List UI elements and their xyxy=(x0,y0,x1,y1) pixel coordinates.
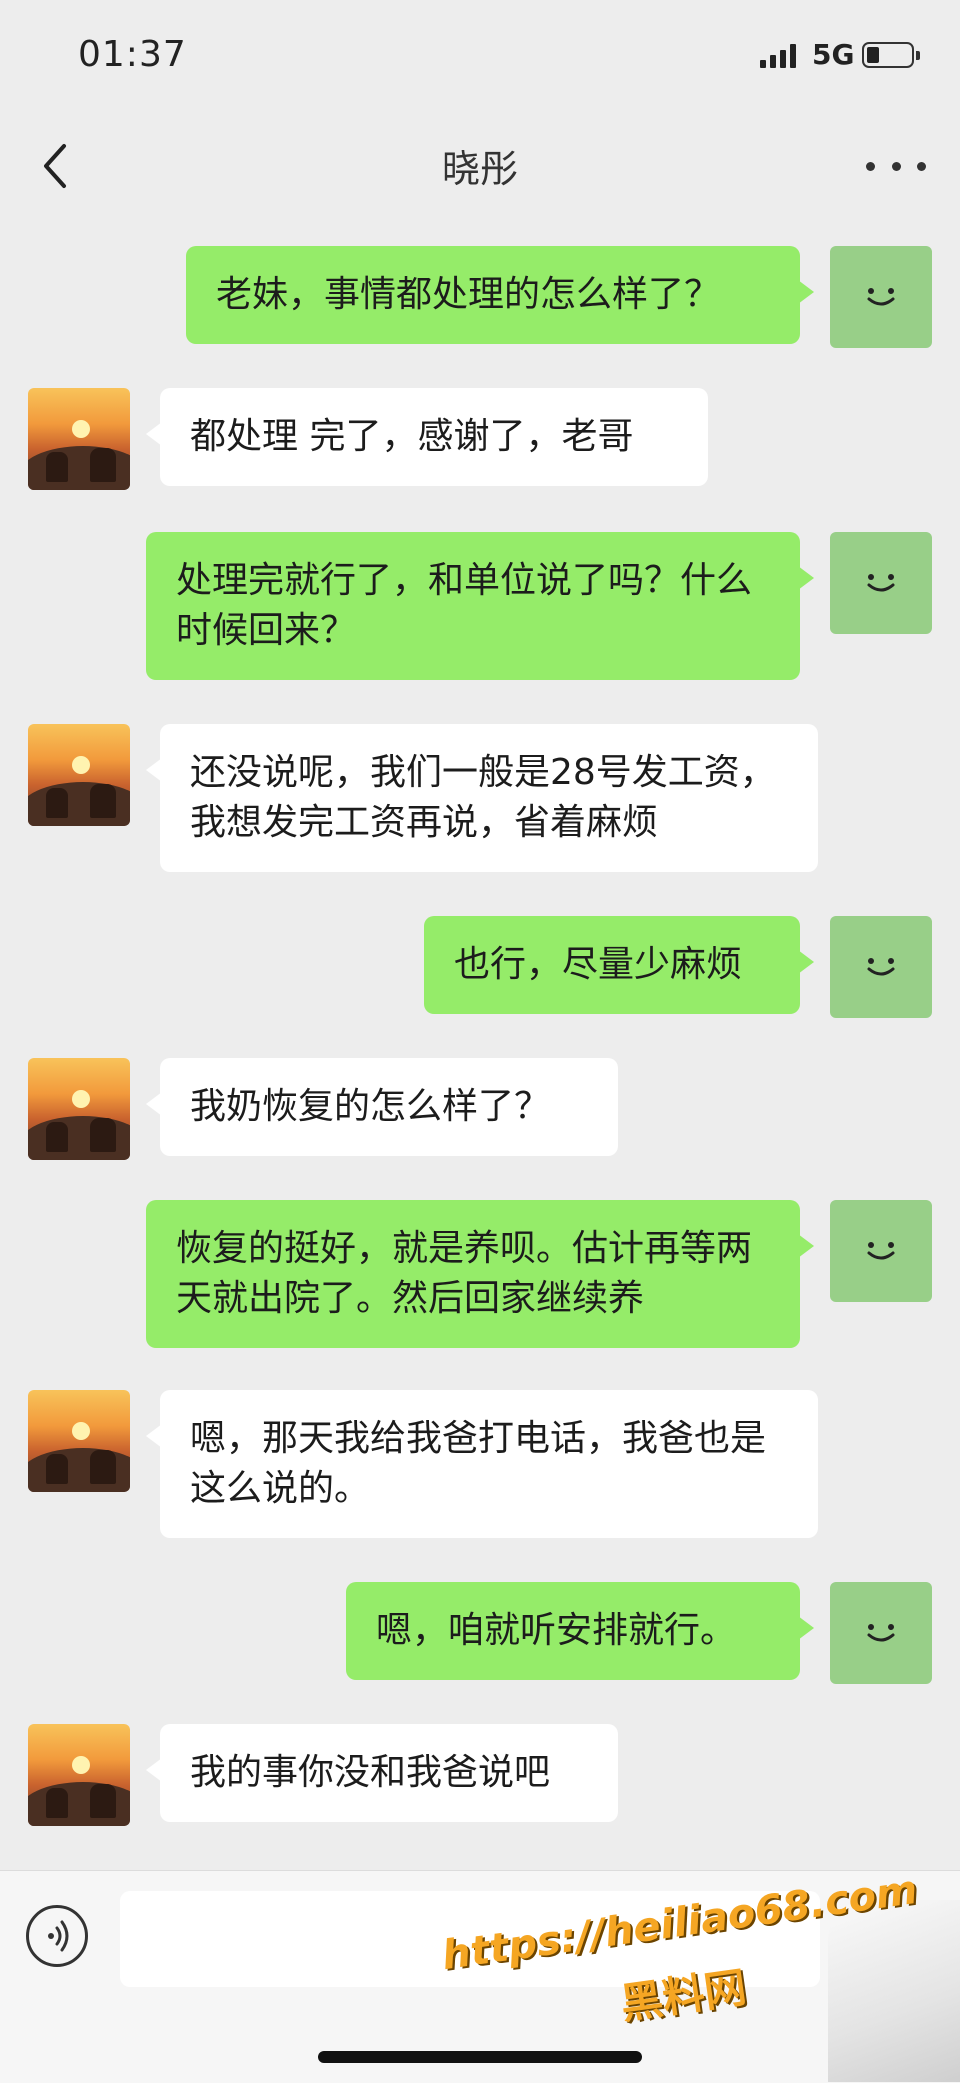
contact-avatar[interactable] xyxy=(28,724,130,826)
smile-icon[interactable] xyxy=(830,532,932,634)
more-dots-icon[interactable] xyxy=(866,140,926,192)
message-bubble-received[interactable]: 还没说呢，我们一般是28号发工资，我想发完工资再说，省着麻烦 xyxy=(146,724,818,872)
smile-icon[interactable] xyxy=(830,1200,932,1302)
smile-icon[interactable] xyxy=(830,1582,932,1684)
chat-header: 晓彤 xyxy=(0,110,960,220)
message-bubble-received[interactable]: 嗯，那天我给我爸打电话，我爸也是这么说的。 xyxy=(146,1390,818,1538)
contact-avatar[interactable] xyxy=(28,1390,130,1492)
contact-avatar[interactable] xyxy=(28,1724,130,1826)
message-bubble-received[interactable]: 我奶恢复的怎么样了？ xyxy=(146,1058,618,1156)
smile-icon[interactable] xyxy=(830,246,932,348)
voice-icon[interactable] xyxy=(26,1905,88,1967)
contact-avatar[interactable] xyxy=(28,388,130,490)
message-bubble-sent[interactable]: 处理完就行了，和单位说了吗？什么时候回来？ xyxy=(146,532,814,680)
smile-icon[interactable] xyxy=(830,916,932,1018)
status-time: 01:37 xyxy=(78,34,187,75)
message-bubble-sent[interactable]: 也行，尽量少麻烦 xyxy=(424,916,814,1014)
battery-icon xyxy=(862,42,920,68)
status-bar: 01:37 5G xyxy=(0,0,960,110)
message-bubble-sent[interactable]: 嗯，咱就听安排就行。 xyxy=(346,1582,814,1680)
message-bubble-sent[interactable]: 恢复的挺好，就是养呗。估计再等两天就出院了。然后回家继续养 xyxy=(146,1200,814,1348)
corner-image xyxy=(828,1900,960,2082)
message-bubble-sent[interactable]: 老妹，事情都处理的怎么样了？ xyxy=(186,246,814,344)
contact-avatar[interactable] xyxy=(28,1058,130,1160)
message-bubble-received[interactable]: 都处理 完了，感谢了，老哥 xyxy=(146,388,708,486)
contact-name[interactable]: 晓彤 xyxy=(0,138,960,193)
message-bubble-received[interactable]: 我的事你没和我爸说吧 xyxy=(146,1724,618,1822)
signal-icon xyxy=(760,44,800,68)
message-list[interactable]: 老妹，事情都处理的怎么样了？ 都处理 完了，感谢了，老哥 处理完就行了，和单位说… xyxy=(0,220,960,1870)
network-label: 5G xyxy=(812,38,855,71)
home-indicator[interactable] xyxy=(318,2051,642,2063)
